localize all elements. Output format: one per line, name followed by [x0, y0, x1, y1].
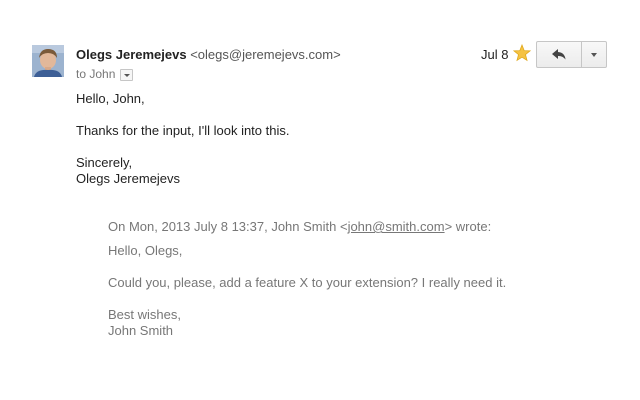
quote-signature: John Smith: [108, 323, 174, 338]
body-signature: Olegs Jeremejevs: [76, 171, 181, 186]
reply-icon: [552, 49, 566, 60]
message-date[interactable]: Jul 8: [481, 46, 508, 63]
show-details-chevron-down-icon[interactable]: [120, 69, 134, 81]
body-signoff: Sincerely,: [76, 155, 133, 170]
quote-email-link[interactable]: john@smith.com: [348, 219, 445, 234]
avatar-image: [32, 45, 64, 77]
sender-avatar[interactable]: [32, 45, 64, 77]
chevron-down-icon: [591, 52, 597, 57]
quote-attribution: On Mon, 2013 July 8 13:37, John Smith <j…: [108, 219, 491, 235]
reply-button[interactable]: [536, 41, 582, 68]
star-icon[interactable]: [513, 44, 531, 62]
quote-line: Could you, please, add a feature X to yo…: [108, 275, 507, 290]
quote-attribution-prefix: On Mon, 2013 July 8 13:37, John Smith <: [108, 219, 348, 234]
email-message-view: Olegs Jeremejevs <olegs@jeremejevs.com> …: [0, 0, 640, 400]
quote-signoff: Best wishes,: [108, 307, 181, 322]
sender-name[interactable]: Olegs Jeremejevs: [76, 47, 187, 62]
sender-email: <olegs@jeremejevs.com>: [190, 47, 341, 62]
quote-attribution-suffix: > wrote:: [444, 219, 492, 234]
recipient-line: to John: [76, 66, 134, 82]
reply-button-group: [536, 41, 607, 69]
quote-greeting: Hello, Olegs,: [108, 243, 183, 258]
more-options-button[interactable]: [582, 41, 607, 68]
body-line: Thanks for the input, I'll look into thi…: [76, 123, 290, 138]
sender-line: Olegs Jeremejevs <olegs@jeremejevs.com>: [76, 46, 341, 63]
recipient-label: to John: [76, 67, 116, 81]
body-greeting: Hello, John,: [76, 91, 145, 106]
